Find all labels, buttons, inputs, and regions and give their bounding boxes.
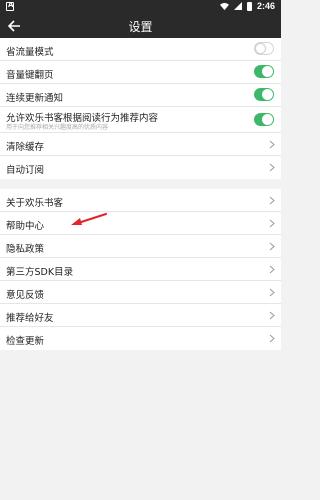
chevron-right-icon [269, 334, 275, 343]
settings-row[interactable]: 省流量模式 [0, 38, 281, 61]
settings-row[interactable]: 音量键翻页 [0, 61, 281, 84]
settings-row[interactable]: 允许欢乐书客根据阅读行为推荐内容 用于向您推荐相关兴趣度高的优质内容 [0, 107, 281, 133]
settings-row-label: 音量键翻页 [6, 70, 54, 81]
chevron-right-icon [269, 311, 275, 320]
settings-row[interactable]: 关于欢乐书客 [0, 189, 281, 212]
settings-row-label: 自动订阅 [6, 165, 45, 176]
chevron-right-icon [269, 242, 275, 251]
settings-row[interactable]: 帮助中心 [0, 212, 281, 235]
settings-row[interactable]: 第三方SDK目录 [0, 258, 281, 281]
toggle-knob [255, 43, 266, 54]
battery-icon [246, 1, 252, 11]
toggle-knob [262, 89, 273, 100]
status-time: 2:46 [256, 1, 275, 11]
settings-row[interactable]: 连续更新通知 [0, 84, 281, 107]
chevron-right-icon [269, 219, 275, 228]
signal-icon [233, 2, 242, 10]
settings-row[interactable]: 清除缓存 [0, 133, 281, 156]
toggle-switch[interactable] [254, 88, 274, 101]
settings-row-label: 推荐给好友 [6, 313, 54, 324]
notification-icon [6, 1, 14, 11]
chevron-right-icon [269, 163, 275, 172]
settings-row[interactable]: 推荐给好友 [0, 304, 281, 327]
toggle-switch[interactable] [254, 113, 274, 126]
chevron-right-icon [269, 196, 275, 205]
toggle-knob [262, 66, 273, 77]
status-bar: 2:46 [0, 0, 281, 14]
settings-row-label: 检查更新 [6, 336, 45, 347]
wifi-icon [219, 2, 229, 10]
settings-row-label: 隐私政策 [6, 244, 45, 255]
settings-row-label: 意见反馈 [6, 290, 45, 301]
settings-group-preferences: 省流量模式音量键翻页连续更新通知允许欢乐书客根据阅读行为推荐内容 用于向您推荐相关… [0, 38, 281, 179]
page-title: 设置 [128, 20, 153, 34]
settings-row[interactable]: 自动订阅 [0, 156, 281, 179]
settings-row-label: 连续更新通知 [6, 93, 64, 104]
chevron-right-icon [269, 140, 275, 149]
settings-row-label: 关于欢乐书客 [6, 198, 64, 209]
settings-row[interactable]: 检查更新 [0, 327, 281, 350]
settings-row-label: 帮助中心 [6, 221, 45, 232]
app-bar: 设置 [0, 14, 281, 38]
settings-row-description: 用于向您推荐相关兴趣度高的优质内容 [6, 124, 109, 131]
settings-group-info: 关于欢乐书客 帮助中心隐私政策第三方SDK目录 意见反馈推荐给好友检查更新 [0, 189, 281, 350]
settings-row-label: 省流量模式 [6, 47, 54, 58]
settings-row-label: 清除缓存 [6, 142, 45, 153]
chevron-right-icon [269, 265, 275, 274]
toggle-knob [262, 114, 273, 125]
settings-row[interactable]: 隐私政策 [0, 235, 281, 258]
red-annotation-arrow-icon [71, 212, 108, 225]
settings-row[interactable]: 意见反馈 [0, 281, 281, 304]
chevron-right-icon [269, 288, 275, 297]
toggle-switch[interactable] [254, 65, 274, 78]
settings-row-label: 第三方SDK目录 [6, 267, 74, 278]
toggle-switch[interactable] [254, 42, 274, 55]
status-icons: 2:46 [219, 1, 275, 11]
